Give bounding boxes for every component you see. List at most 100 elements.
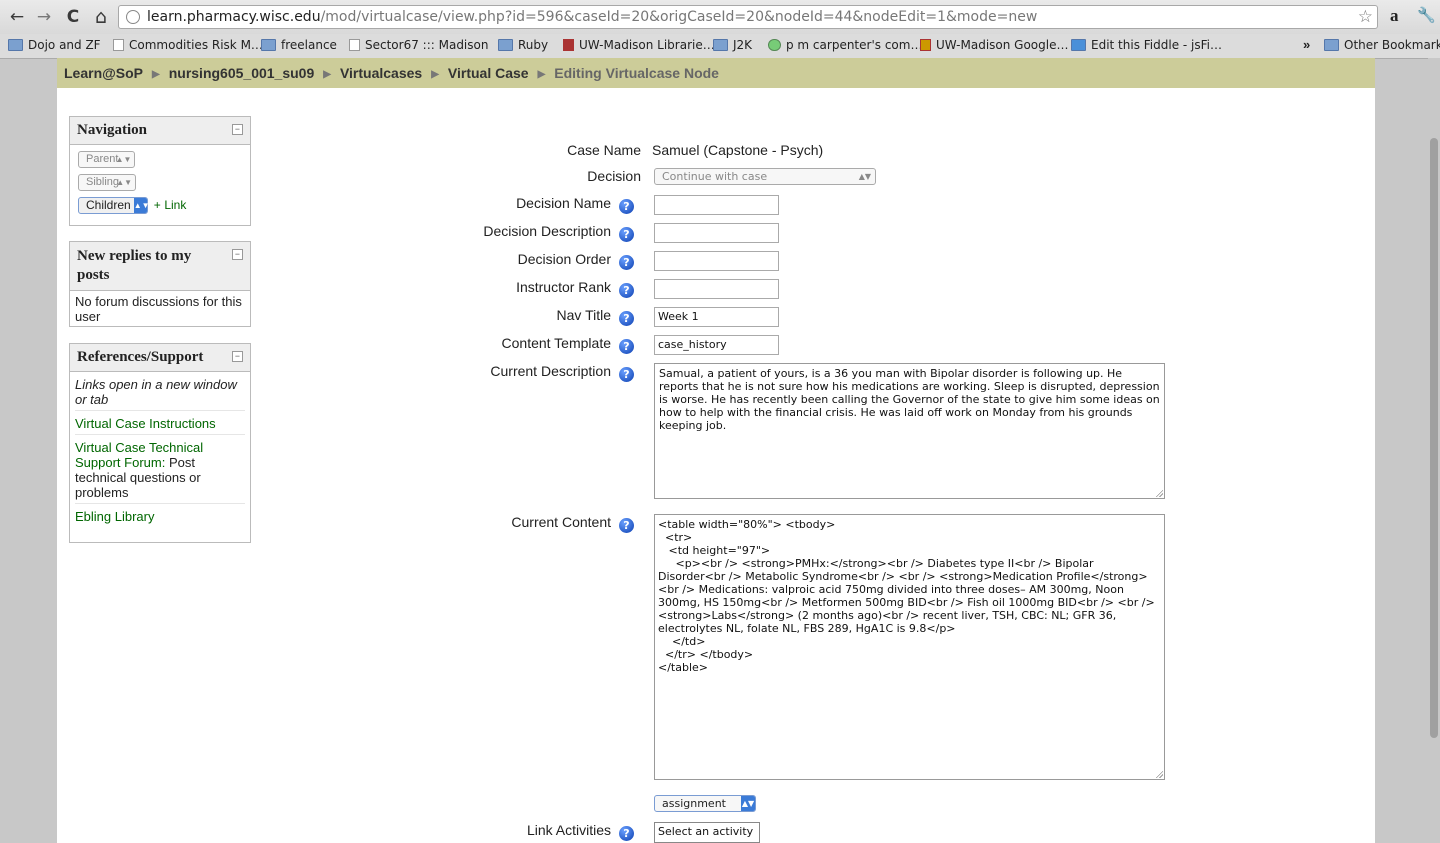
speech-bubble-icon: [768, 39, 781, 51]
help-icon[interactable]: ?: [619, 255, 634, 270]
bookmark-item[interactable]: Ruby: [498, 38, 548, 52]
bookmark-star-icon[interactable]: ☆: [1358, 7, 1373, 27]
navigation-title: Navigation: [77, 122, 148, 138]
more-bookmarks-chevron-icon[interactable]: »: [1303, 37, 1310, 52]
content-template-input[interactable]: case_history: [654, 335, 779, 355]
back-icon[interactable]: ←: [7, 7, 27, 27]
nav-title-label: Nav Title: [556, 307, 611, 323]
case-name-label: Case Name: [567, 142, 641, 158]
help-icon[interactable]: ?: [619, 826, 634, 841]
new-replies-block: New replies to my posts − No forum discu…: [69, 241, 251, 327]
parent-label: Parent: [86, 153, 119, 165]
decision-description-input[interactable]: [654, 223, 779, 243]
virtual-case-instructions-link[interactable]: Virtual Case Instructions: [75, 411, 245, 435]
breadcrumb-item-virtual-case[interactable]: Virtual Case: [448, 65, 529, 81]
bookmark-item[interactable]: UW-Madison Librarie…: [563, 38, 715, 52]
select-arrow-icon: ▲▼: [858, 172, 871, 181]
add-link[interactable]: Link: [164, 198, 186, 212]
crest-icon: [920, 39, 931, 51]
bookmark-item[interactable]: p m carpenter's com…: [768, 38, 922, 52]
help-icon[interactable]: ?: [619, 227, 634, 242]
bookmark-label: Edit this Fiddle - jsFi…: [1091, 38, 1222, 52]
decision-label: Decision: [587, 168, 641, 184]
content-template-label: Content Template: [501, 335, 611, 351]
collapse-icon[interactable]: −: [232, 249, 243, 260]
breadcrumb-bar: Learn@SoP ▶ nursing605_001_su09 ▶ Virtualcas…: [57, 58, 1375, 88]
scrollbar-thumb[interactable]: [1430, 138, 1438, 738]
help-icon[interactable]: ?: [619, 339, 634, 354]
page-info-icon[interactable]: [126, 10, 140, 24]
address-bar[interactable]: learn.pharmacy.wisc.edu/mod/virtualcase/…: [118, 5, 1378, 29]
url-path: /mod/virtualcase/view.php?id=596&caseId=…: [320, 9, 1038, 25]
url-host: learn.pharmacy.wisc.edu: [147, 9, 321, 25]
breadcrumb-item-virtualcases[interactable]: Virtualcases: [340, 65, 422, 81]
decision-name-input[interactable]: [654, 195, 779, 215]
nav-title-input[interactable]: Week 1: [654, 307, 779, 327]
reload-icon[interactable]: C: [63, 7, 83, 27]
link-activities-label: Link Activities: [526, 822, 611, 838]
select-arrow-icon: ▲▼: [133, 198, 150, 213]
current-content-text: <table width="80%"> <tbody> <tr> <td hei…: [658, 518, 1155, 674]
page-scrollbar[interactable]: [1428, 58, 1440, 843]
bookmark-label: Commodities Risk M…: [129, 38, 263, 52]
current-description-textarea[interactable]: Samual, a patient of yours, is a 36 you …: [654, 363, 1165, 499]
resize-handle-icon[interactable]: [1155, 489, 1163, 497]
breadcrumb-item-home[interactable]: Learn@SoP: [64, 65, 143, 81]
current-content-label: Current Content: [511, 514, 611, 530]
current-content-textarea[interactable]: <table width="80%"> <tbody> <tr> <td hei…: [654, 514, 1165, 780]
bookmark-item[interactable]: Edit this Fiddle - jsFi…: [1071, 38, 1222, 52]
help-icon[interactable]: ?: [619, 283, 634, 298]
other-bookmarks[interactable]: Other Bookmarks: [1324, 38, 1440, 52]
bookmark-item[interactable]: Dojo and ZF: [8, 38, 101, 52]
bookmark-item[interactable]: UW-Madison Google…: [920, 38, 1068, 52]
page-content: Learn@SoP ▶ nursing605_001_su09 ▶ Virtualcas…: [57, 58, 1375, 843]
bookmark-item[interactable]: freelance: [261, 38, 337, 52]
resize-handle-icon[interactable]: [1155, 770, 1163, 778]
breadcrumb-item-current: Editing Virtualcase Node: [554, 65, 719, 81]
forward-icon[interactable]: →: [34, 7, 54, 27]
help-icon[interactable]: ?: [619, 199, 634, 214]
collapse-icon[interactable]: −: [232, 124, 243, 135]
bookmark-label: Dojo and ZF: [28, 38, 101, 52]
collapse-icon[interactable]: −: [232, 351, 243, 362]
help-icon[interactable]: ?: [619, 311, 634, 326]
current-description-label: Current Description: [490, 363, 611, 379]
bookmark-item[interactable]: Commodities Risk M…: [113, 38, 263, 52]
instructor-rank-label: Instructor Rank: [516, 279, 611, 295]
folder-icon: [8, 39, 23, 51]
help-icon[interactable]: ?: [619, 518, 634, 533]
references-list: Links open in a new window or tab Virtua…: [70, 372, 250, 532]
url-text[interactable]: learn.pharmacy.wisc.edu/mod/virtualcase/…: [147, 9, 1037, 25]
decision-order-input[interactable]: [654, 251, 779, 271]
instructor-rank-input[interactable]: [654, 279, 779, 299]
navigation-block: Navigation − Parent ▲▼ Sibling ▲▼ Children…: [69, 116, 251, 226]
decision-name-label: Decision Name: [516, 195, 611, 211]
children-label: Children: [86, 198, 131, 212]
cloud-icon: [1071, 39, 1086, 51]
browser-toolbar: ← → C ⌂ learn.pharmacy.wisc.edu/mod/virt…: [0, 0, 1440, 34]
children-select[interactable]: Children ▲▼: [78, 197, 150, 214]
sibling-select[interactable]: Sibling ▲▼: [78, 174, 137, 191]
home-icon[interactable]: ⌂: [91, 7, 111, 27]
decision-order-label: Decision Order: [517, 251, 611, 267]
link-activities-select[interactable]: Select an activity: [654, 822, 760, 843]
references-block-header: References/Support −: [70, 344, 250, 372]
wrench-icon[interactable]: 🔧: [1417, 6, 1436, 24]
folder-icon: [1324, 39, 1339, 51]
ebling-library-link[interactable]: Ebling Library: [75, 504, 245, 527]
help-icon[interactable]: ?: [619, 367, 634, 382]
decision-select[interactable]: Continue with case ▲▼: [654, 168, 876, 185]
bookmark-label: UW-Madison Google…: [936, 38, 1069, 52]
breadcrumb: Learn@SoP ▶ nursing605_001_su09 ▶ Virtualcas…: [64, 65, 719, 81]
bookmark-item[interactable]: J2K: [713, 38, 752, 52]
decision-description-label: Decision Description: [483, 223, 611, 239]
activity-type-select[interactable]: assignment ▲▼: [654, 795, 756, 812]
new-replies-title: New replies to my posts: [77, 248, 192, 283]
bookmark-label: J2K: [733, 38, 753, 52]
breadcrumb-separator-icon: ▶: [431, 69, 439, 80]
parent-select[interactable]: Parent ▲▼: [78, 151, 136, 168]
amazon-extension-icon[interactable]: a: [1390, 6, 1399, 26]
bookmark-item[interactable]: Sector67 ::: Madison: [349, 38, 488, 52]
breadcrumb-item-course[interactable]: nursing605_001_su09: [169, 65, 315, 81]
bookmark-label: UW-Madison Librarie…: [579, 38, 715, 52]
